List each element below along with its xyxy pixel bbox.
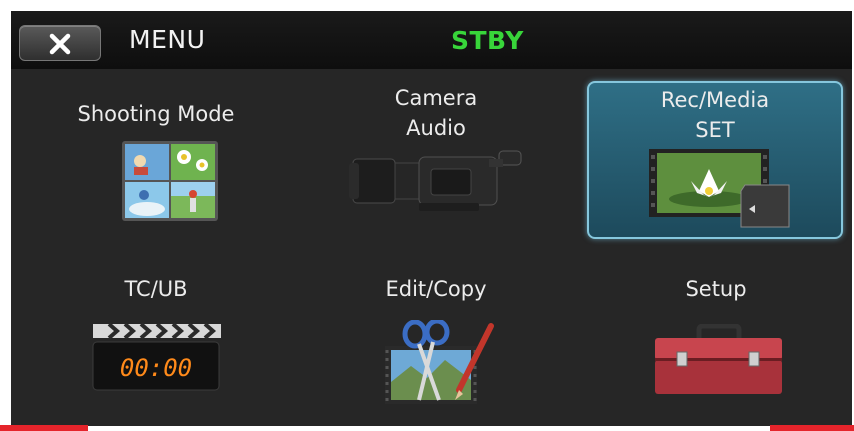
clapperboard-icon: 00:00	[92, 322, 221, 391]
timecode-display: 00:00	[120, 354, 192, 382]
tile-rec-media-set[interactable]: Rec/Media SET	[587, 81, 843, 239]
tile-label-line1: Rec/Media	[660, 88, 770, 112]
tile-tc-ub[interactable]: TC/UB 00:00	[31, 266, 281, 416]
shooting-mode-icon	[122, 141, 218, 221]
tile-label: Edit/Copy	[385, 277, 487, 301]
status-indicator: STBY	[451, 26, 524, 55]
tile-camera-audio[interactable]: Camera Audio	[311, 86, 561, 237]
close-button[interactable]	[19, 25, 101, 61]
tile-label-line2: SET	[695, 118, 735, 142]
camcorder-icon	[349, 150, 522, 211]
tile-setup[interactable]: Setup	[591, 266, 841, 416]
tile-label-line1: Camera	[394, 86, 478, 110]
tile-label-line2: Audio	[406, 116, 466, 140]
tile-label: TC/UB	[124, 277, 188, 301]
tile-label: Shooting Mode	[77, 102, 235, 126]
toolbox-icon	[655, 324, 782, 394]
memory-card-icon	[649, 149, 790, 228]
tile-shooting-mode[interactable]: Shooting Mode	[31, 87, 281, 237]
close-icon	[49, 33, 71, 55]
menu-screen: MENU STBY Shooting Mode Camera Audio Rec…	[11, 11, 852, 426]
bottom-edge-marker	[770, 425, 854, 431]
tile-label: Setup	[685, 277, 747, 301]
top-bar: MENU STBY	[11, 11, 852, 69]
menu-title: MENU	[129, 25, 206, 54]
bottom-edge-marker	[0, 425, 88, 431]
tile-edit-copy[interactable]: Edit/Copy	[311, 266, 561, 416]
scissors-film-icon	[385, 320, 494, 404]
